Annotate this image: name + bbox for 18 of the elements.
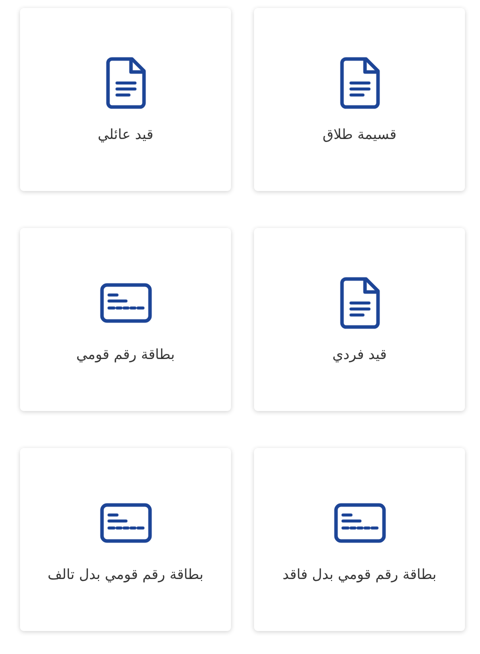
service-card[interactable]: بطاقة رقم قومي بدل فاقد (254, 448, 465, 631)
id-card-icon (334, 502, 386, 542)
service-card[interactable]: قيد فردي (254, 228, 465, 411)
service-label: بطاقة رقم قومي بدل فاقد (282, 566, 436, 582)
id-card-icon (100, 502, 152, 542)
service-label: قسيمة طلاق (322, 126, 396, 142)
service-label: بطاقة رقم قومي بدل تالف (48, 566, 204, 582)
service-label: بطاقة رقم قومي (76, 346, 175, 362)
id-card-icon (100, 282, 152, 322)
service-card[interactable]: قيد عائلي (20, 8, 231, 191)
document-icon (340, 276, 380, 328)
service-label: قيد فردي (332, 346, 387, 362)
document-icon (340, 56, 380, 108)
service-card[interactable]: بطاقة رقم قومي بدل تالف (20, 448, 231, 631)
document-icon (106, 56, 146, 108)
service-card[interactable]: قسيمة طلاق (254, 8, 465, 191)
service-card[interactable]: بطاقة رقم قومي (20, 228, 231, 411)
service-label: قيد عائلي (98, 126, 154, 142)
